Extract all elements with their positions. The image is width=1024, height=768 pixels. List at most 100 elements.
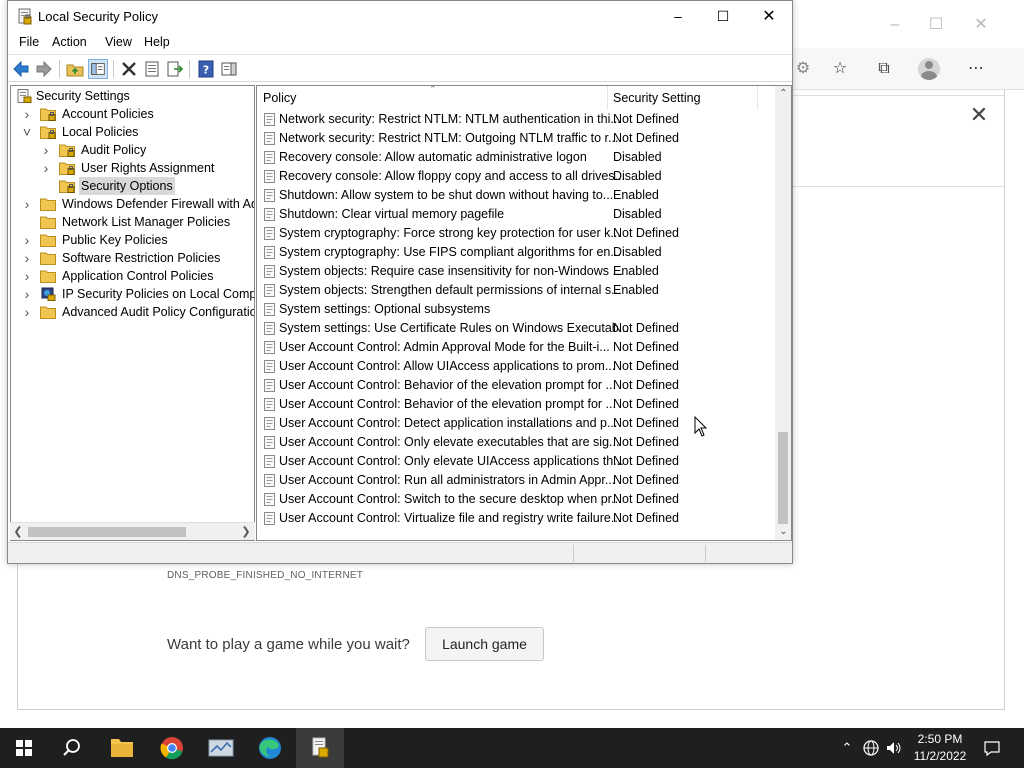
favorites-icon[interactable]: ☆: [829, 58, 851, 80]
menu-view[interactable]: View: [105, 35, 132, 49]
network-globe-icon[interactable]: [861, 738, 881, 758]
column-header-security-setting[interactable]: Security Setting: [613, 91, 701, 105]
maximize-button[interactable]: ☐: [700, 1, 746, 32]
policy-row[interactable]: System objects: Require case insensitivi…: [257, 262, 775, 281]
edge-minimize-button[interactable]: –: [879, 12, 911, 38]
show-hidden-icons-chevron-icon[interactable]: ⌃: [837, 738, 857, 758]
scroll-right-arrow[interactable]: ❯: [238, 523, 254, 541]
scroll-down-arrow[interactable]: ⌄: [775, 524, 791, 540]
policy-row[interactable]: Recovery console: Allow floppy copy and …: [257, 167, 775, 186]
server-manager-icon[interactable]: [197, 728, 245, 768]
notifications-icon[interactable]: [982, 738, 1002, 758]
expand-chevron-icon[interactable]: ›: [40, 159, 52, 177]
tree-item[interactable]: › Application Control Policies: [21, 267, 254, 285]
file-explorer-icon[interactable]: [98, 728, 146, 768]
expand-chevron-icon[interactable]: ›: [21, 231, 33, 249]
folder-icon: [40, 234, 56, 247]
properties-icon[interactable]: [142, 59, 162, 79]
show-action-pane-icon[interactable]: [219, 59, 239, 79]
policy-row[interactable]: User Account Control: Virtualize file an…: [257, 509, 775, 528]
help-icon[interactable]: ?: [196, 59, 216, 79]
scrollbar-thumb[interactable]: [28, 527, 186, 537]
tree-item[interactable]: Security Settings: [13, 87, 254, 105]
tree-item[interactable]: › Advanced Audit Policy Configuration: [21, 303, 254, 321]
scroll-left-arrow[interactable]: ❮: [10, 523, 26, 541]
policy-row[interactable]: Recovery console: Allow automatic admini…: [257, 148, 775, 167]
extensions-icon[interactable]: ⚙: [792, 58, 814, 80]
forward-arrow-icon[interactable]: [34, 59, 54, 79]
chrome-icon[interactable]: [148, 728, 196, 768]
policy-row[interactable]: User Account Control: Behavior of the el…: [257, 376, 775, 395]
folder-lock-icon: [59, 180, 75, 193]
policy-row[interactable]: System cryptography: Force strong key pr…: [257, 224, 775, 243]
policy-name: Network security: Restrict NTLM: Outgoin…: [279, 131, 619, 145]
policy-row[interactable]: User Account Control: Admin Approval Mod…: [257, 338, 775, 357]
policy-row[interactable]: User Account Control: Behavior of the el…: [257, 395, 775, 414]
close-icon[interactable]: ✕: [966, 102, 992, 128]
up-folder-icon[interactable]: [65, 59, 85, 79]
menu-file[interactable]: File: [19, 35, 39, 49]
minimize-button[interactable]: –: [655, 1, 701, 32]
export-list-icon[interactable]: [165, 59, 185, 79]
column-divider[interactable]: [607, 86, 608, 110]
clock-date[interactable]: 11/2/2022: [910, 749, 970, 763]
search-icon[interactable]: [48, 728, 96, 768]
tree-item[interactable]: › Windows Defender Firewall with Adva: [21, 195, 254, 213]
tree-item[interactable]: › Software Restriction Policies: [21, 249, 254, 267]
collections-icon[interactable]: ⧉: [873, 58, 895, 80]
expand-chevron-icon[interactable]: ›: [21, 303, 33, 321]
toolbar-separator: [59, 60, 60, 78]
tree-item[interactable]: › IP Security Policies on Local Compute: [21, 285, 254, 303]
scroll-up-arrow[interactable]: ⌃: [775, 86, 791, 102]
tree-item[interactable]: Network List Manager Policies: [21, 213, 254, 231]
tree-item[interactable]: › Audit Policy: [40, 141, 254, 159]
menu-help[interactable]: Help: [144, 35, 170, 49]
policy-row[interactable]: User Account Control: Switch to the secu…: [257, 490, 775, 509]
policy-row[interactable]: System objects: Strengthen default permi…: [257, 281, 775, 300]
expand-chevron-icon[interactable]: ›: [21, 267, 33, 285]
column-header-policy[interactable]: Policy: [263, 91, 296, 105]
more-options-icon[interactable]: ⋯: [965, 58, 987, 80]
policy-row[interactable]: System settings: Use Certificate Rules o…: [257, 319, 775, 338]
tree-item[interactable]: › Public Key Policies: [21, 231, 254, 249]
policy-row[interactable]: User Account Control: Run all administra…: [257, 471, 775, 490]
tree-item[interactable]: › User Rights Assignment: [40, 159, 254, 177]
clock-time[interactable]: 2:50 PM: [912, 732, 968, 746]
close-button[interactable]: ✕: [746, 1, 792, 32]
collapse-chevron-icon[interactable]: ˅: [21, 123, 33, 141]
column-divider[interactable]: [757, 86, 758, 110]
expand-chevron-icon[interactable]: ›: [40, 141, 52, 159]
policy-row[interactable]: User Account Control: Only elevate UIAcc…: [257, 452, 775, 471]
start-button-windows-icon[interactable]: [0, 728, 48, 768]
expand-chevron-icon[interactable]: ›: [21, 195, 33, 213]
show-hide-tree-icon[interactable]: [88, 59, 108, 79]
tree-horizontal-scrollbar[interactable]: ❮ ❯: [10, 522, 255, 540]
policy-row[interactable]: Network security: Restrict NTLM: Outgoin…: [257, 129, 775, 148]
delete-icon[interactable]: [119, 59, 139, 79]
tree-item[interactable]: › Account Policies: [21, 105, 254, 123]
tree-item-label: Software Restriction Policies: [62, 251, 221, 265]
tree-item[interactable]: ˅ Local Policies: [21, 123, 254, 141]
expand-chevron-icon[interactable]: ›: [21, 285, 33, 303]
edge-icon[interactable]: [246, 728, 294, 768]
profile-avatar[interactable]: [918, 58, 940, 80]
tree-item[interactable]: Security Options: [40, 177, 254, 195]
launch-game-button[interactable]: Launch game: [425, 627, 544, 661]
edge-maximize-button[interactable]: ☐: [920, 12, 952, 38]
policy-row[interactable]: System settings: Optional subsystems: [257, 300, 775, 319]
back-arrow-icon[interactable]: [11, 59, 31, 79]
policy-row[interactable]: Network security: Restrict NTLM: NTLM au…: [257, 110, 775, 129]
policy-row[interactable]: Shutdown: Clear virtual memory pagefile D…: [257, 205, 775, 224]
volume-icon[interactable]: [884, 738, 904, 758]
policy-row[interactable]: Shutdown: Allow system to be shut down w…: [257, 186, 775, 205]
expand-chevron-icon[interactable]: ›: [21, 249, 33, 267]
title-bar[interactable]: Local Security Policy – ☐ ✕: [8, 1, 792, 32]
menu-action[interactable]: Action: [52, 35, 87, 49]
scrollbar-thumb[interactable]: [778, 432, 788, 524]
list-vertical-scrollbar[interactable]: ⌃ ⌄: [775, 86, 791, 540]
policy-row[interactable]: User Account Control: Allow UIAccess app…: [257, 357, 775, 376]
edge-close-button[interactable]: ✕: [965, 12, 997, 38]
expand-chevron-icon[interactable]: ›: [21, 105, 33, 123]
policy-row[interactable]: System cryptography: Use FIPS compliant …: [257, 243, 775, 262]
local-security-policy-taskbar-icon[interactable]: [296, 728, 344, 768]
